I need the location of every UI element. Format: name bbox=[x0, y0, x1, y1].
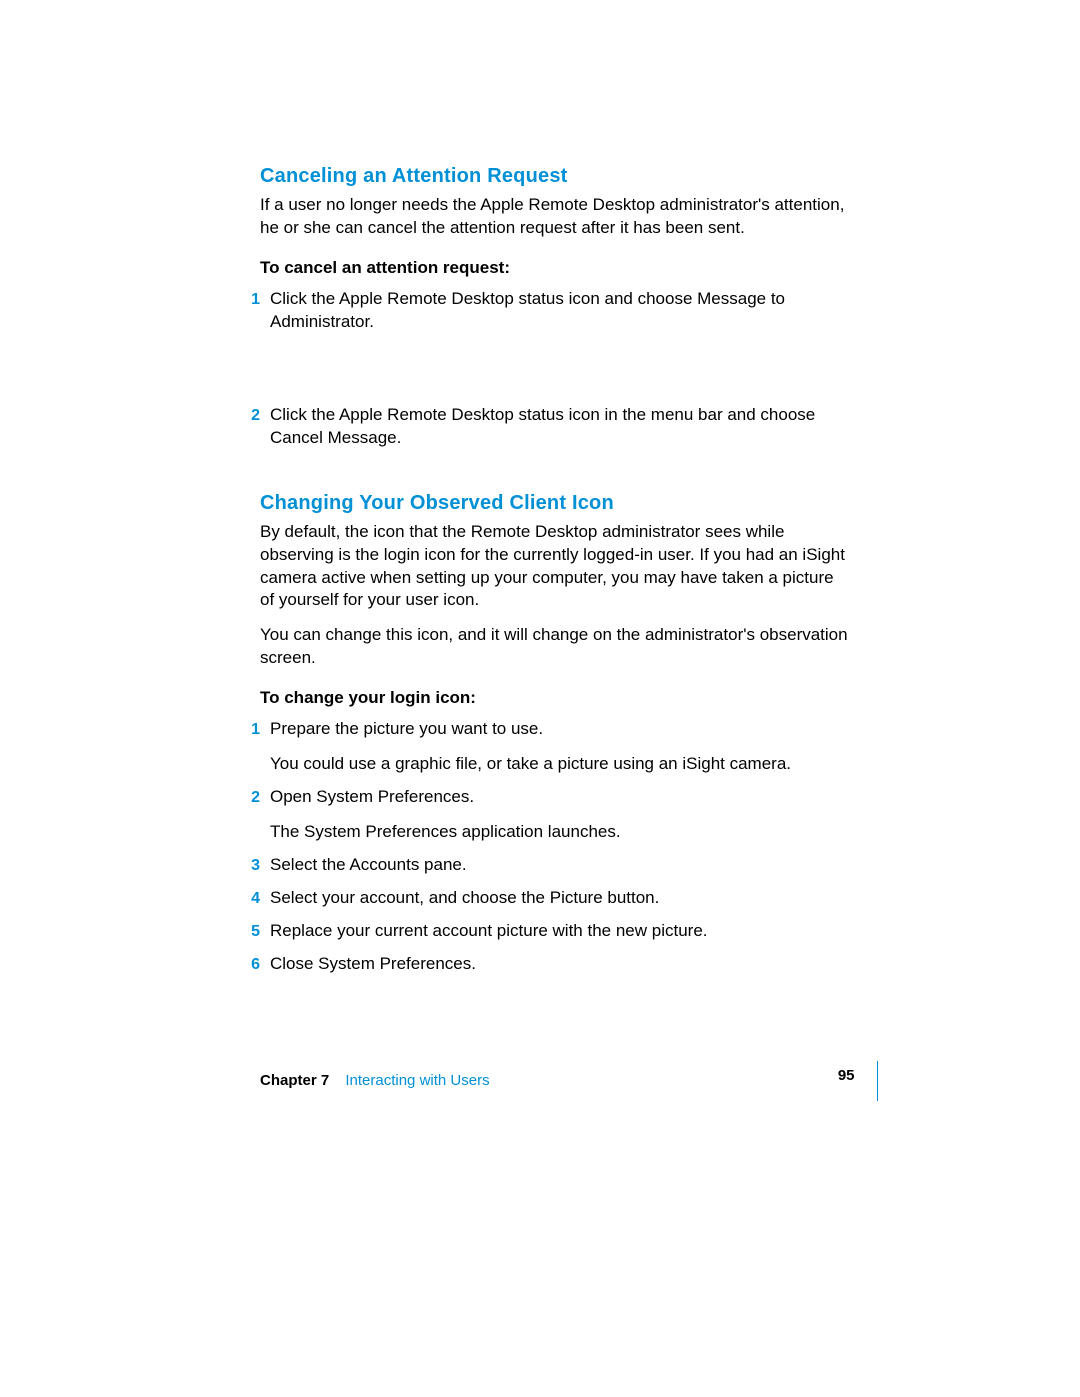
step-text-line: Prepare the picture you want to use. bbox=[270, 719, 543, 738]
list-item: 2 Open System Preferences. The System Pr… bbox=[260, 786, 850, 844]
step-text: Prepare the picture you want to use. You… bbox=[270, 718, 791, 776]
step-number: 5 bbox=[238, 923, 270, 941]
step-text: Open System Preferences. The System Pref… bbox=[270, 786, 621, 844]
footer-page-number: 95 bbox=[838, 1061, 878, 1101]
step-text-line: Open System Preferences. bbox=[270, 787, 474, 806]
section2-intro1: By default, the icon that the Remote Des… bbox=[260, 521, 850, 613]
step-number: 1 bbox=[238, 291, 270, 309]
list-item: 5 Replace your current account picture w… bbox=[260, 920, 850, 943]
list-item: 2 Click the Apple Remote Desktop status … bbox=[260, 404, 850, 450]
section1-intro: If a user no longer needs the Apple Remo… bbox=[260, 194, 850, 240]
spacer bbox=[260, 344, 850, 404]
chapter-title: Interacting with Users bbox=[345, 1072, 489, 1089]
section1-steps: 1 Click the Apple Remote Desktop status … bbox=[260, 288, 850, 450]
step-text: Select your account, and choose the Pict… bbox=[270, 887, 659, 910]
section-heading-changing-icon: Changing Your Observed Client Icon bbox=[260, 492, 850, 515]
section1-subheading: To cancel an attention request: bbox=[260, 258, 850, 278]
step-text: Click the Apple Remote Desktop status ic… bbox=[270, 288, 850, 334]
step-subtext: The System Preferences application launc… bbox=[270, 821, 621, 844]
list-item: 1 Click the Apple Remote Desktop status … bbox=[260, 288, 850, 334]
step-number: 4 bbox=[238, 890, 270, 908]
step-number: 3 bbox=[238, 857, 270, 875]
list-item: 1 Prepare the picture you want to use. Y… bbox=[260, 718, 850, 776]
section2-steps: 1 Prepare the picture you want to use. Y… bbox=[260, 718, 850, 976]
step-number: 1 bbox=[238, 721, 270, 739]
step-subtext: You could use a graphic file, or take a … bbox=[270, 753, 791, 776]
page: Canceling an Attention Request If a user… bbox=[0, 0, 1080, 1397]
step-text: Replace your current account picture wit… bbox=[270, 920, 708, 943]
spacer bbox=[260, 468, 850, 492]
footer-chapter: Chapter 7 Interacting with Users bbox=[260, 1072, 490, 1089]
step-number: 6 bbox=[238, 956, 270, 974]
step-number: 2 bbox=[238, 789, 270, 807]
step-text: Select the Accounts pane. bbox=[270, 854, 467, 877]
step-number: 2 bbox=[238, 407, 270, 425]
footer-rule bbox=[877, 1061, 879, 1101]
step-text: Close System Preferences. bbox=[270, 953, 476, 976]
section2-subheading: To change your login icon: bbox=[260, 688, 850, 708]
section2-intro2: You can change this icon, and it will ch… bbox=[260, 624, 850, 670]
section-heading-canceling: Canceling an Attention Request bbox=[260, 165, 850, 188]
list-item: 4 Select your account, and choose the Pi… bbox=[260, 887, 850, 910]
list-item: 3 Select the Accounts pane. bbox=[260, 854, 850, 877]
page-number: 95 bbox=[838, 1067, 855, 1084]
chapter-label: Chapter 7 bbox=[260, 1072, 329, 1089]
step-text: Click the Apple Remote Desktop status ic… bbox=[270, 404, 850, 450]
list-item: 6 Close System Preferences. bbox=[260, 953, 850, 976]
